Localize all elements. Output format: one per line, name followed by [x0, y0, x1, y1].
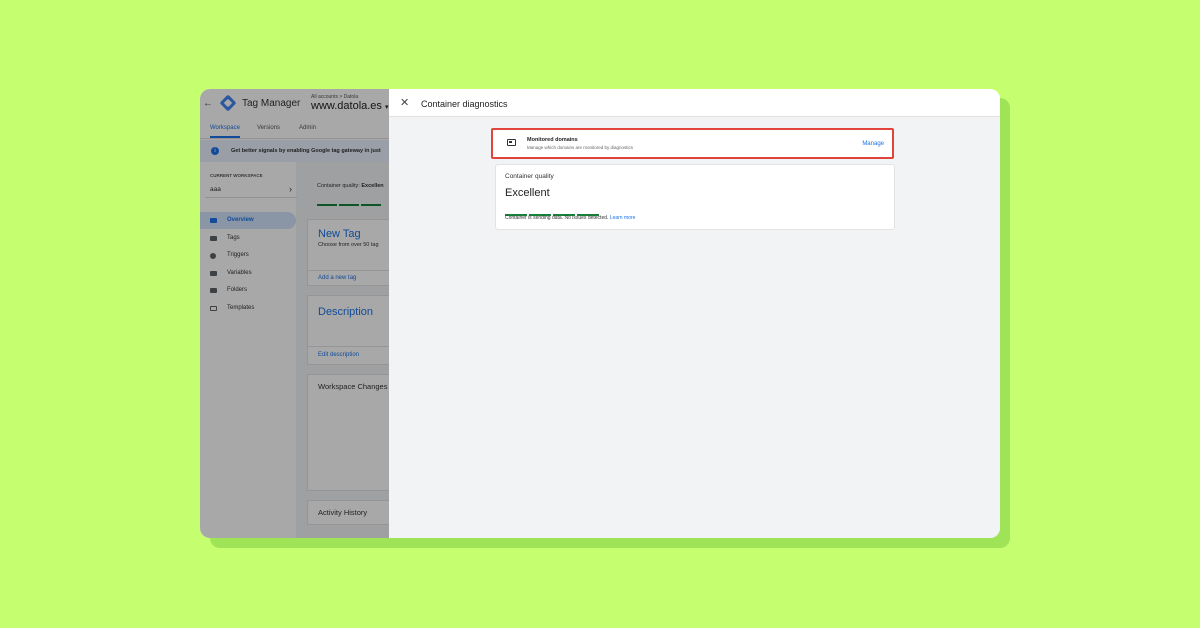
modal-scrim[interactable]: [200, 89, 390, 538]
tag-manager-app: ← Tag Manager All accounts > Datola www.…: [200, 89, 390, 538]
container-quality-card: Container quality Excellent Container is…: [495, 164, 895, 230]
monitored-domains-card: Monitored domains Manage which domains a…: [491, 128, 894, 159]
monitor-icon: [507, 139, 516, 146]
learn-more-link[interactable]: Learn more: [610, 215, 636, 221]
quality-status-text: Container is sending data. No issues det…: [505, 215, 609, 221]
container-quality-value: Excellent: [505, 187, 550, 199]
close-icon[interactable]: ✕: [400, 96, 409, 109]
manage-button[interactable]: Manage: [862, 141, 884, 147]
monitored-domains-subtitle: Manage which domains are monitored by di…: [527, 145, 634, 150]
quality-status: Container is sending data. No issues det…: [505, 215, 635, 221]
panel-title: Container diagnostics: [421, 99, 508, 109]
container-quality-label: Container quality: [505, 173, 554, 180]
monitored-domains-title: Monitored domains: [527, 137, 578, 143]
panel-header: ✕ Container diagnostics: [389, 89, 1000, 117]
container-diagnostics-panel: ✕ Container diagnostics Monitored domain…: [389, 89, 1000, 538]
browser-window: ← Tag Manager All accounts > Datola www.…: [200, 89, 1000, 538]
